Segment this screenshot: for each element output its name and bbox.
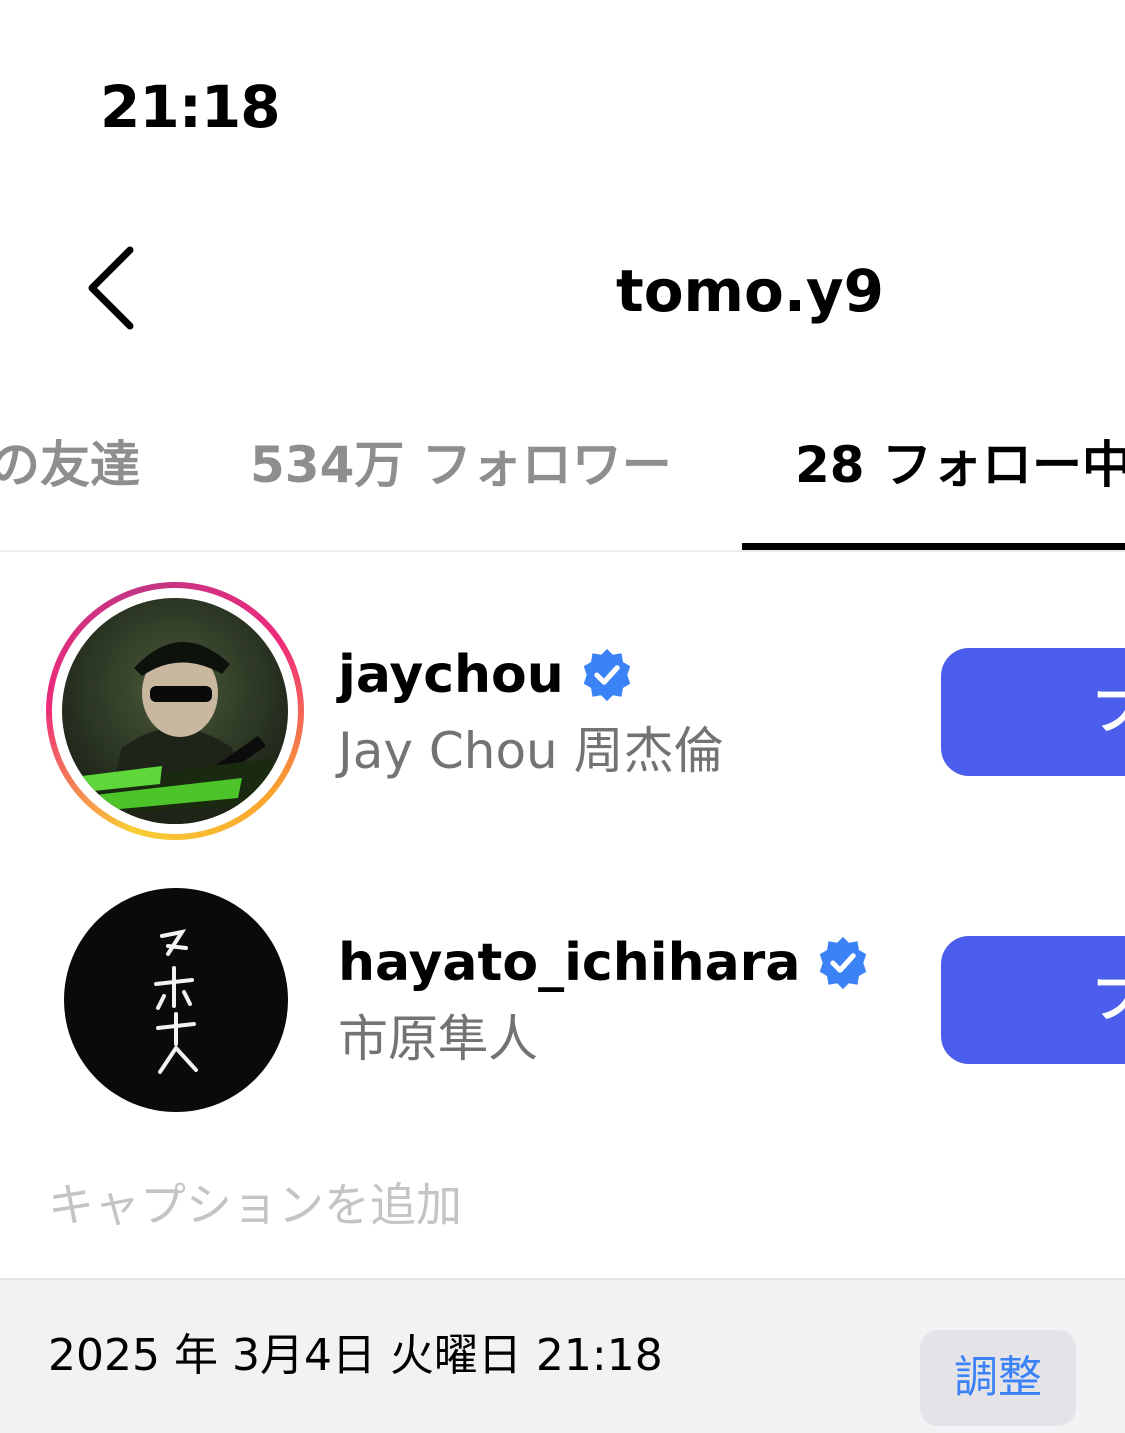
active-tab-indicator [742,543,1125,550]
username-text: jaychou [338,645,564,705]
username[interactable]: jaychou [338,642,636,708]
list-item: hayato_ichihara 市原隼人 フォロー [0,870,1125,1130]
page-title: tomo.y9 [615,257,885,325]
tab-friends[interactable]: の友達 [0,430,140,500]
username[interactable]: hayato_ichihara [338,930,872,996]
list-item: jaychou Jay Chou 周杰倫 フォロー [0,560,1125,860]
datetime-label: 2025 年 3月4日 火曜日 21:18 [48,1330,663,1381]
avatar-image [62,598,288,824]
follow-button[interactable]: フォロー [941,648,1125,776]
full-name: 市原隼人 [338,1010,538,1068]
verified-badge-icon [583,648,631,702]
avatar[interactable] [64,888,288,1112]
username-text: hayato_ichihara [338,933,801,993]
tab-following[interactable]: 28 フォロー中 [795,430,1125,500]
tabs-divider [0,550,1125,552]
full-name: Jay Chou 周杰倫 [338,722,724,780]
verified-badge-icon [820,936,867,990]
back-icon[interactable] [80,240,150,336]
calligraphy-logo-icon [154,929,198,1074]
follow-button[interactable]: フォロー [941,936,1125,1064]
caption-input[interactable] [48,1170,1088,1240]
status-time: 21:18 [100,73,281,141]
adjust-button[interactable]: 調整 [920,1330,1076,1426]
avatar-photo [62,598,288,824]
tabs-bar: の友達 534万 フォロワー 28 フォロー中 [0,420,1125,552]
tab-followers[interactable]: 534万 フォロワー [250,430,672,500]
avatar[interactable] [46,582,304,840]
